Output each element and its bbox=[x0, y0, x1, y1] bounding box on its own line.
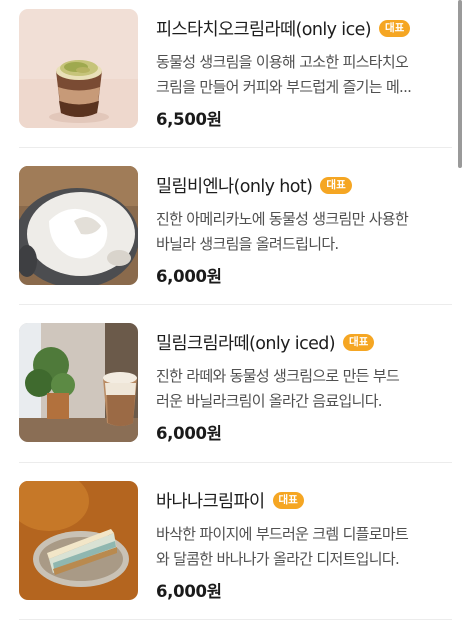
menu-item-milim-vienna[interactable]: 밀림비엔나(only hot) 대표 진한 아메리카노에 동물성 생크림만 사용… bbox=[0, 157, 456, 314]
menu-item-name: 바나나크림파이 bbox=[156, 491, 265, 512]
menu-item-photo[interactable] bbox=[19, 166, 138, 285]
representative-badge: 대표 bbox=[272, 491, 304, 509]
divider bbox=[19, 462, 452, 463]
menu-item-price: 6,500원 bbox=[156, 110, 222, 129]
pistachio-latte-photo bbox=[19, 9, 138, 128]
menu-item-info: 밀림크림라떼(only iced) 대표 진한 라떼와 동물성 생크림으로 만든… bbox=[156, 327, 452, 444]
menu-item-info: 피스타치오크림라떼(only ice) 대표 동물성 생크림을 이용해 고소한 … bbox=[156, 13, 452, 130]
menu-item-description: 진한 라떼와 동물성 생크림으로 만든 부드 러운 바닐라크림이 올라간 음료입… bbox=[156, 367, 400, 410]
menu-item-description: 바삭한 파이지에 부드러운 크렘 디플로마트 와 달콤한 바나나가 올라간 디저… bbox=[156, 525, 409, 568]
menu-item-price: 6,000원 bbox=[156, 267, 222, 286]
menu-item-photo[interactable] bbox=[19, 481, 138, 600]
cream-latte-photo bbox=[19, 323, 138, 442]
menu-item-name: 피스타치오크림라떼(only ice) bbox=[156, 19, 372, 40]
representative-badge: 대표 bbox=[378, 19, 411, 37]
menu-item-pistachio-cream-latte[interactable]: 피스타치오크림라떼(only ice) 대표 동물성 생크림을 이용해 고소한 … bbox=[0, 0, 456, 157]
divider bbox=[19, 619, 452, 620]
menu-item-info: 바나나크림파이 대표 바삭한 파이지에 부드러운 크렘 디플로마트 와 달콤한 … bbox=[156, 485, 452, 602]
title-row: 밀림크림라떼(only iced) 대표 bbox=[156, 327, 452, 357]
scrollbar-thumb[interactable] bbox=[458, 0, 462, 168]
banana-cream-pie-photo bbox=[19, 481, 138, 600]
menu-item-milim-cream-latte[interactable]: 밀림크림라떼(only iced) 대표 진한 라떼와 동물성 생크림으로 만든… bbox=[0, 314, 456, 471]
menu-item-photo[interactable] bbox=[19, 9, 138, 128]
representative-badge: 대표 bbox=[320, 176, 352, 194]
menu-item-banana-cream-pie[interactable]: 바나나크림파이 대표 바삭한 파이지에 부드러운 크렘 디플로마트 와 달콤한 … bbox=[0, 472, 456, 629]
menu-item-price: 6,000원 bbox=[156, 424, 222, 443]
title-row: 밀림비엔나(only hot) 대표 bbox=[156, 170, 452, 200]
title-row: 바나나크림파이 대표 bbox=[156, 485, 452, 515]
menu-item-name: 밀림비엔나(only hot) bbox=[156, 176, 313, 197]
menu-item-description: 진한 아메리카노에 동물성 생크림만 사용한 바닐라 생크림을 올려드립니다. bbox=[156, 210, 409, 253]
divider bbox=[19, 147, 452, 148]
menu-item-photo[interactable] bbox=[19, 323, 138, 442]
divider bbox=[19, 304, 452, 305]
title-row: 피스타치오크림라떼(only ice) 대표 bbox=[156, 13, 452, 43]
vienna-coffee-photo bbox=[19, 166, 138, 285]
menu-item-info: 밀림비엔나(only hot) 대표 진한 아메리카노에 동물성 생크림만 사용… bbox=[156, 170, 452, 287]
menu-item-name: 밀림크림라떼(only iced) bbox=[156, 333, 336, 354]
representative-badge: 대표 bbox=[343, 333, 375, 351]
menu-item-price: 6,000원 bbox=[156, 582, 222, 601]
menu-item-description: 동물성 생크림을 이용해 고소한 피스타치오 크림을 만들어 커피와 부드럽게 … bbox=[156, 53, 412, 96]
